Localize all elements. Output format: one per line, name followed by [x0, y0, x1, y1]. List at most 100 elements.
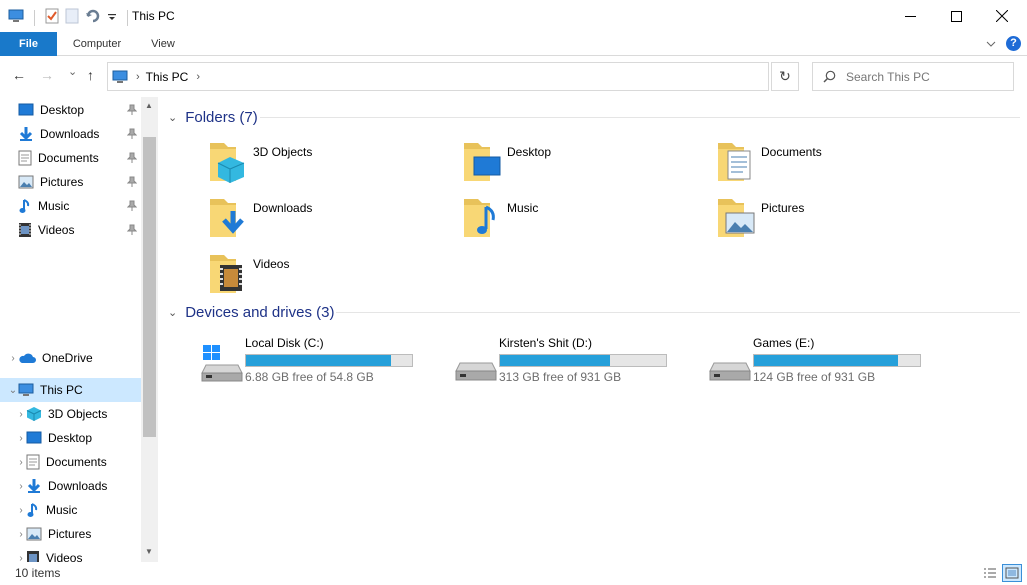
- collapse-chevron-icon[interactable]: ⌄: [168, 111, 177, 124]
- drive-e[interactable]: Games (E:) 124 GB free of 931 GB: [708, 333, 958, 385]
- toolbar-divider: [34, 9, 35, 26]
- pin-icon[interactable]: [127, 224, 137, 236]
- breadcrumb-separator[interactable]: ›: [136, 71, 140, 83]
- folder-videos[interactable]: Videos: [208, 249, 458, 301]
- hard-drive-icon: [455, 362, 497, 381]
- drive-c[interactable]: Local Disk (C:) 6.88 GB free of 54.8 GB: [200, 333, 450, 385]
- details-view-button[interactable]: [980, 564, 1000, 582]
- nav-label: Documents: [46, 455, 107, 469]
- pin-icon[interactable]: [127, 104, 137, 116]
- expand-chevron-icon[interactable]: ›: [16, 529, 26, 540]
- nav-label: Music: [46, 503, 78, 517]
- folder-pictures[interactable]: Pictures: [716, 193, 966, 245]
- documents-icon: [26, 454, 40, 470]
- quick-access-downloads[interactable]: Downloads: [0, 122, 141, 146]
- folder-name: 3D Objects: [253, 145, 313, 159]
- pictures-icon: [26, 527, 42, 541]
- pictures-icon: [18, 175, 34, 189]
- scrollbar-thumb[interactable]: [143, 137, 156, 437]
- quick-access-documents[interactable]: Documents: [0, 146, 141, 170]
- help-button[interactable]: ?: [1006, 36, 1021, 51]
- maximize-icon: [950, 10, 962, 22]
- computer-icon[interactable]: [8, 9, 24, 26]
- properties-icon[interactable]: [45, 8, 59, 27]
- nav-videos[interactable]: › Videos: [0, 546, 141, 562]
- maximize-button[interactable]: [933, 0, 979, 32]
- scroll-down-arrow-icon[interactable]: ▼: [145, 547, 153, 556]
- scroll-up-arrow-icon[interactable]: ▲: [145, 101, 153, 110]
- close-button[interactable]: [979, 0, 1025, 32]
- nav-documents[interactable]: › Documents: [0, 450, 141, 474]
- content-pane: ⌄ Folders (7) 3D Objects Desktop Documen…: [160, 97, 1027, 562]
- nav-pictures[interactable]: › Pictures: [0, 522, 141, 546]
- drive-d[interactable]: Kirsten's Shit (D:) 313 GB free of 931 G…: [454, 333, 704, 385]
- folder-name: Videos: [253, 257, 290, 271]
- large-icons-view-button[interactable]: [1002, 564, 1022, 582]
- expand-chevron-icon[interactable]: ›: [16, 505, 26, 516]
- drives-group-header[interactable]: ⌄ Devices and drives (3): [168, 301, 334, 323]
- quick-access-music[interactable]: Music: [0, 194, 141, 218]
- folder-desktop[interactable]: Desktop: [462, 137, 712, 189]
- drive-usage-fill: [246, 355, 392, 366]
- minimize-button[interactable]: [887, 0, 933, 32]
- details-view-icon: [984, 568, 996, 578]
- search-box[interactable]: Search This PC: [812, 62, 1014, 91]
- address-bar[interactable]: › This PC ›: [107, 62, 769, 91]
- expand-chevron-icon[interactable]: ›: [16, 409, 26, 420]
- tab-view[interactable]: View: [140, 32, 186, 56]
- expand-chevron-icon[interactable]: ›: [16, 553, 26, 563]
- videos-icon: [27, 551, 39, 562]
- quick-access-toolbar: [8, 8, 132, 27]
- pin-icon[interactable]: [127, 152, 137, 164]
- pin-icon[interactable]: [127, 200, 137, 212]
- collapse-chevron-icon[interactable]: ⌄: [8, 385, 18, 396]
- quick-access-desktop[interactable]: Desktop: [0, 98, 141, 122]
- undo-icon[interactable]: [85, 8, 101, 27]
- large-icons-view-icon: [1005, 567, 1019, 579]
- nav-downloads[interactable]: › Downloads: [0, 474, 141, 498]
- pin-icon[interactable]: [127, 176, 137, 188]
- folder-music[interactable]: Music: [462, 193, 712, 245]
- collapse-chevron-icon[interactable]: ⌄: [168, 306, 177, 319]
- quick-access-pictures[interactable]: Pictures: [0, 170, 141, 194]
- 3d-objects-icon: [26, 407, 42, 421]
- new-folder-icon[interactable]: [65, 8, 79, 27]
- nav-label: Downloads: [48, 479, 108, 493]
- nav-3d-objects[interactable]: › 3D Objects: [0, 402, 141, 426]
- folder-documents[interactable]: Documents: [716, 137, 966, 189]
- hard-drive-icon: [709, 362, 751, 381]
- nav-desktop[interactable]: › Desktop: [0, 426, 141, 450]
- expand-chevron-icon[interactable]: ›: [16, 457, 26, 468]
- back-button[interactable]: ←: [12, 67, 26, 83]
- nav-label: Desktop: [40, 103, 85, 117]
- nav-onedrive[interactable]: › OneDrive: [0, 346, 141, 370]
- expand-chevron-icon[interactable]: ›: [16, 433, 26, 444]
- nav-this-pc[interactable]: ⌄ This PC: [0, 378, 141, 402]
- folder-downloads[interactable]: Downloads: [208, 193, 458, 245]
- forward-button[interactable]: →: [40, 67, 54, 83]
- refresh-button[interactable]: ↻: [771, 62, 799, 91]
- breadcrumb-separator[interactable]: ›: [196, 71, 200, 83]
- nav-music[interactable]: › Music: [0, 498, 141, 522]
- nav-pane-scrollbar[interactable]: ▲ ▼: [141, 97, 158, 562]
- customize-toolbar-icon[interactable]: [107, 11, 117, 25]
- breadcrumb-this-pc[interactable]: This PC: [146, 70, 189, 84]
- chevron-down-icon: [986, 41, 996, 47]
- search-placeholder[interactable]: Search This PC: [846, 70, 930, 84]
- this-pc-icon: [112, 70, 128, 83]
- expand-chevron-icon[interactable]: ›: [8, 353, 18, 364]
- folder-3d-objects[interactable]: 3D Objects: [208, 137, 458, 189]
- expand-chevron-icon[interactable]: ›: [16, 481, 26, 492]
- tab-computer[interactable]: Computer: [62, 32, 132, 56]
- quick-access-videos[interactable]: Videos: [0, 218, 141, 242]
- drive-usage-bar: [499, 354, 667, 367]
- drive-free-space: 124 GB free of 931 GB: [753, 370, 876, 384]
- pin-icon[interactable]: [127, 128, 137, 140]
- expand-ribbon-button[interactable]: [986, 37, 996, 51]
- tab-file[interactable]: File: [0, 32, 57, 56]
- up-button[interactable]: ↑: [87, 67, 94, 83]
- folder-name: Desktop: [507, 145, 552, 159]
- navigation-pane: Desktop Downloads Documents Pictures Mus…: [0, 97, 158, 562]
- folders-group-header[interactable]: ⌄ Folders (7): [168, 106, 258, 128]
- recent-locations-button[interactable]: ⌄: [68, 65, 77, 78]
